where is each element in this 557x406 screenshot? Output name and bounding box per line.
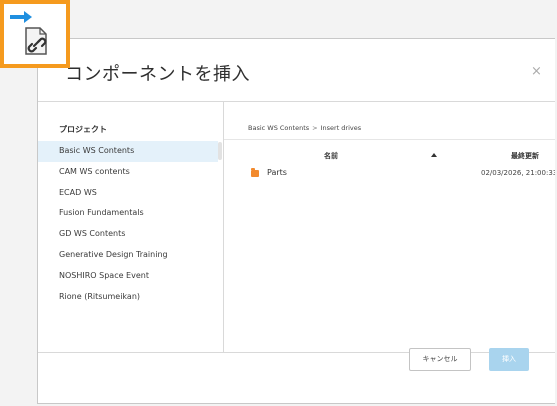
breadcrumb-separator: > (312, 124, 318, 132)
breadcrumb: Basic WS Contents > Insert drives (248, 124, 361, 132)
project-item-basic-ws-contents[interactable]: Basic WS Contents (38, 141, 218, 162)
project-list: Basic WS Contents CAM WS contents ECAD W… (38, 141, 218, 307)
sort-ascending-icon[interactable] (431, 153, 437, 157)
project-item-rione-ritsumeikan[interactable]: Rione (Ritsumeikan) (38, 287, 218, 308)
breadcrumb-project[interactable]: Basic WS Contents (248, 124, 309, 132)
dialog-body: プロジェクト Basic WS Contents CAM WS contents… (38, 101, 555, 353)
row-name: Parts (267, 168, 287, 177)
table-row[interactable]: Parts 02/03/2026, 21:00:33 (224, 166, 555, 182)
header-divider (224, 139, 555, 140)
folder-icon (251, 168, 259, 177)
sidebar-scrollbar[interactable] (218, 142, 222, 160)
column-header-modified[interactable]: 最終更新 (511, 151, 539, 161)
insert-link-icon (10, 11, 47, 55)
column-header-name[interactable]: 名前 (324, 151, 338, 161)
insert-component-app-icon (0, 0, 70, 68)
project-sidebar: プロジェクト Basic WS Contents CAM WS contents… (38, 102, 224, 352)
project-item-noshiro-space-event[interactable]: NOSHIRO Space Event (38, 266, 218, 287)
row-modified-date: 02/03/2026, 21:00:33 (481, 169, 555, 177)
cancel-button[interactable]: キャンセル (409, 348, 471, 371)
breadcrumb-folder[interactable]: Insert drives (321, 124, 362, 132)
file-browser: Basic WS Contents > Insert drives 名前 最終更新 … (224, 102, 555, 352)
insert-component-dialog: コンポーネントを挿入 × プロジェクト Basic WS Contents CA… (37, 38, 555, 404)
projects-header: プロジェクト (59, 125, 107, 134)
project-item-cam-ws-contents[interactable]: CAM WS contents (38, 162, 218, 183)
insert-button[interactable]: 挿入 (489, 348, 529, 371)
close-icon[interactable]: × (531, 65, 542, 79)
project-item-generative-design-training[interactable]: Generative Design Training (38, 245, 218, 266)
project-item-fusion-fundamentals[interactable]: Fusion Fundamentals (38, 203, 218, 224)
project-item-gd-ws-contents[interactable]: GD WS Contents (38, 224, 218, 245)
project-item-ecad-ws[interactable]: ECAD WS (38, 183, 218, 204)
dialog-title: コンポーネントを挿入 (65, 64, 250, 85)
